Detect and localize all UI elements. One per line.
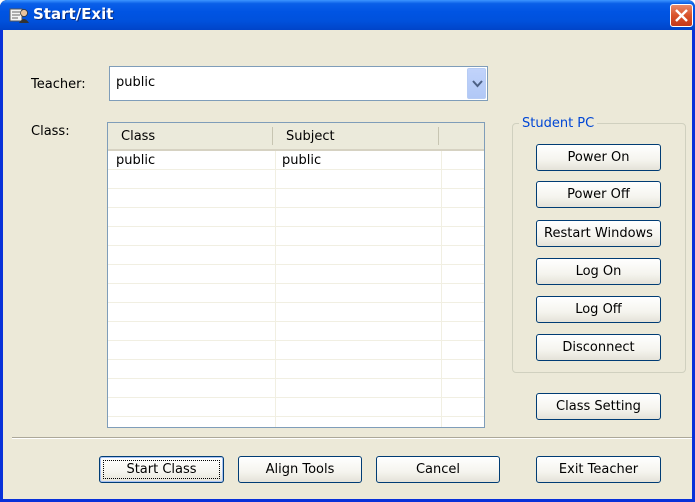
empty-row	[108, 209, 484, 227]
title-bar[interactable]: Start/Exit	[0, 0, 695, 30]
empty-row	[108, 323, 484, 341]
empty-row	[108, 190, 484, 208]
log-off-button[interactable]: Log Off	[536, 296, 661, 323]
empty-row	[108, 285, 484, 303]
student-pc-group-title: Student PC	[519, 116, 598, 131]
power-on-button[interactable]: Power On	[536, 144, 661, 171]
class-setting-button[interactable]: Class Setting	[536, 393, 661, 420]
column-header-class[interactable]: Class	[121, 129, 155, 144]
cell-class: public	[116, 153, 156, 168]
focus-rect	[103, 460, 220, 479]
empty-row	[108, 399, 484, 417]
start-exit-dialog: Start/Exit Teacher: public Class: Class …	[0, 0, 695, 502]
teacher-dropdown-button[interactable]	[467, 68, 486, 99]
teacher-app-icon	[9, 8, 29, 23]
table-row[interactable]: public public	[108, 152, 484, 170]
teacher-select-value: public	[116, 75, 156, 90]
empty-row	[108, 266, 484, 284]
restart-windows-button[interactable]: Restart Windows	[536, 220, 661, 247]
empty-row	[108, 342, 484, 360]
cancel-button[interactable]: Cancel	[376, 456, 500, 483]
empty-row	[108, 247, 484, 265]
close-icon	[675, 9, 688, 22]
start-class-button[interactable]: Start Class	[99, 456, 224, 483]
empty-row	[108, 361, 484, 379]
disconnect-button[interactable]: Disconnect	[536, 334, 661, 361]
column-header-subject[interactable]: Subject	[286, 129, 335, 144]
log-on-button[interactable]: Log On	[536, 258, 661, 285]
empty-row	[108, 380, 484, 398]
class-list-header: Class Subject	[108, 123, 484, 151]
power-off-button[interactable]: Power Off	[536, 181, 661, 208]
class-label: Class:	[31, 124, 70, 139]
teacher-select[interactable]: public	[109, 66, 488, 101]
align-tools-button[interactable]: Align Tools	[238, 456, 362, 483]
footer-separator	[12, 437, 692, 439]
empty-row	[108, 304, 484, 322]
empty-row	[108, 228, 484, 246]
column-divider[interactable]	[438, 127, 439, 145]
window-title: Start/Exit	[33, 5, 114, 23]
close-button[interactable]	[670, 4, 693, 27]
column-divider[interactable]	[272, 127, 273, 145]
exit-teacher-button[interactable]: Exit Teacher	[536, 456, 661, 483]
teacher-label: Teacher:	[31, 77, 86, 92]
chevron-down-icon	[472, 80, 483, 88]
empty-row	[108, 171, 484, 189]
cell-subject: public	[282, 153, 322, 168]
class-list[interactable]: Class Subject public public	[107, 122, 485, 428]
